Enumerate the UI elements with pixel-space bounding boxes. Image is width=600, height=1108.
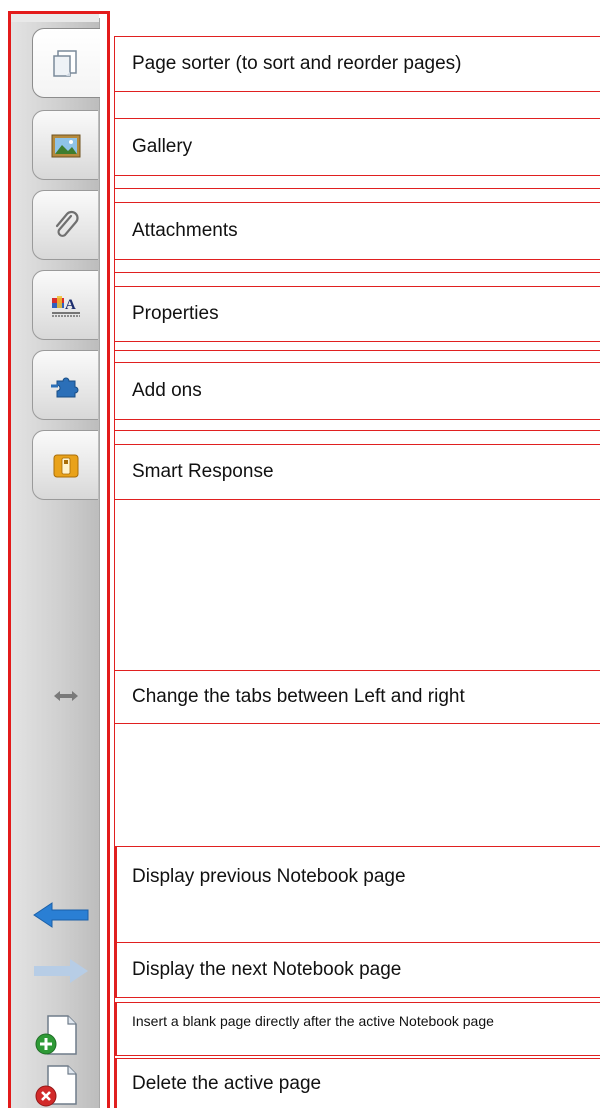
label-delete-page: Delete the active page (114, 1058, 600, 1108)
label-smart-response: Smart Response (114, 444, 600, 500)
svg-text:A: A (65, 297, 76, 313)
tab-properties[interactable]: A (32, 270, 98, 340)
label-previous-page-text: Display previous Notebook page (132, 866, 406, 887)
label-previous-page: Display previous Notebook page (114, 846, 600, 944)
gallery-icon (51, 134, 81, 158)
smart-response-icon (53, 454, 79, 478)
label-page-sorter: Page sorter (to sort and reorder pages) (114, 36, 600, 92)
label-properties: Properties (114, 286, 600, 342)
separator-line (114, 188, 600, 189)
tab-page-sorter[interactable] (32, 28, 100, 98)
left-right-arrow-icon[interactable] (52, 688, 80, 704)
forward-arrow-icon[interactable] (32, 956, 90, 986)
puzzle-icon (51, 377, 79, 398)
properties-icon: A (52, 296, 80, 317)
label-next-page: Display the next Notebook page (114, 942, 600, 998)
label-properties-text: Properties (132, 303, 219, 324)
page-sorter-icon (53, 50, 77, 77)
delete-page-icon[interactable] (32, 1064, 82, 1108)
label-insert-page-text: Insert a blank page directly after the a… (132, 1013, 494, 1029)
back-arrow-icon[interactable] (32, 900, 90, 930)
sidebar-rail (11, 18, 100, 1108)
sidebar-rail-top (11, 14, 99, 22)
label-gallery: Gallery (114, 118, 600, 176)
tab-attachments[interactable] (32, 190, 98, 260)
label-gallery-text: Gallery (132, 136, 193, 157)
label-insert-page: Insert a blank page directly after the a… (114, 1002, 600, 1056)
label-attachments-text: Attachments (132, 220, 238, 241)
separator-line (114, 430, 600, 431)
label-smart-response-text: Smart Response (132, 461, 274, 482)
tab-gallery[interactable] (32, 110, 98, 180)
notebook-sidebar: A (0, 0, 114, 1108)
label-attachments: Attachments (114, 202, 600, 260)
label-page-sorter-text: Page sorter (to sort and reorder pages) (132, 53, 462, 74)
tab-smart-response[interactable] (32, 430, 98, 500)
paperclip-icon (55, 210, 79, 237)
label-add-ons-text: Add ons (132, 380, 202, 401)
add-page-icon[interactable] (32, 1014, 82, 1056)
label-next-page-text: Display the next Notebook page (132, 959, 402, 980)
separator-line (114, 272, 600, 273)
label-move-tabs: Change the tabs between Left and right (114, 670, 600, 724)
label-add-ons: Add ons (114, 362, 600, 420)
tab-add-ons[interactable] (32, 350, 98, 420)
separator-line (114, 350, 600, 351)
label-move-tabs-text: Change the tabs between Left and right (132, 686, 465, 707)
label-delete-page-text: Delete the active page (132, 1072, 322, 1094)
